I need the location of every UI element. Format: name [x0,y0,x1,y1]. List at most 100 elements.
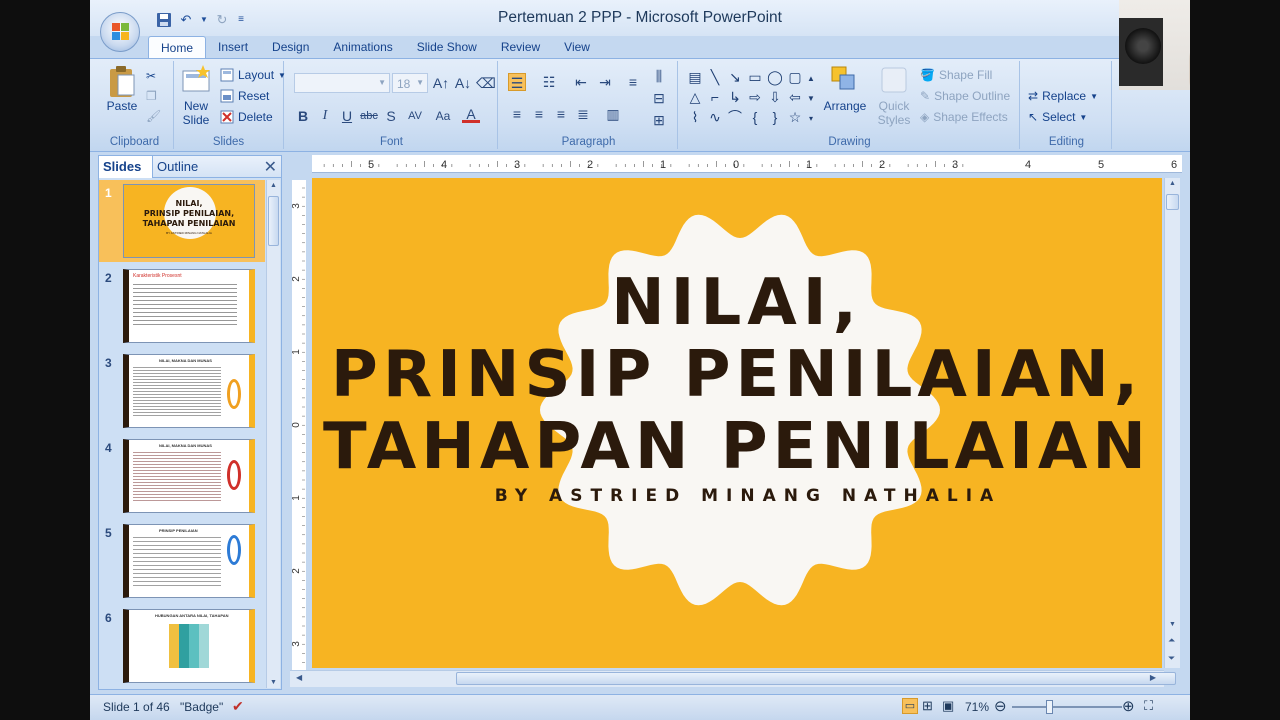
shape-fill-button[interactable]: 🪣 Shape Fill [920,66,992,84]
textbox-shape-icon[interactable]: ▤ [686,69,704,85]
tab-slides[interactable]: Slides [99,156,153,178]
line-spacing-icon[interactable]: ≡ [624,73,642,91]
grow-font-icon[interactable]: A↑ [432,74,450,92]
tab-insert[interactable]: Insert [206,36,260,58]
italic-button[interactable]: I [316,107,334,125]
align-center-icon[interactable]: ≡ [530,105,548,123]
editor-hscroll-thumb[interactable] [456,672,1176,685]
tab-design[interactable]: Design [260,36,321,58]
previous-slide-icon[interactable]: ⏶ [1168,635,1175,646]
arrange-button[interactable]: Arrange [820,65,870,113]
slide-sorter-icon[interactable]: ⊞ [922,698,933,714]
change-case-button[interactable]: Aa [432,107,454,125]
new-slide-button[interactable]: New Slide [176,65,216,127]
shapes-scroll-up-icon[interactable]: ▲ [806,71,816,87]
quick-styles-button[interactable]: Quick Styles [872,65,916,127]
font-color-button[interactable]: A [462,105,480,123]
justify-icon[interactable]: ≣ [574,105,592,123]
scroll-up-icon[interactable]: ▲ [1169,180,1176,187]
left-brace-shape-icon[interactable]: { [746,109,764,125]
zoom-slider-thumb[interactable] [1046,700,1053,714]
zoom-slider-track[interactable] [1012,706,1122,708]
replace-button[interactable]: ⇄ Replace ▼ [1028,87,1098,105]
scroll-down-icon[interactable]: ▼ [270,679,277,686]
align-left-icon[interactable]: ≡ [508,105,526,123]
editor-scroll-thumb[interactable] [1166,194,1179,210]
numbering-icon[interactable]: ☷ [540,73,558,91]
office-button[interactable] [100,12,140,52]
close-pane-icon[interactable]: ✕ [264,157,277,177]
curve-shape-icon[interactable]: ∿ [706,109,724,125]
shape-effects-button[interactable]: ◈ Shape Effects [920,108,1008,126]
decrease-indent-icon[interactable]: ⇤ [572,73,590,91]
scroll-left-icon[interactable]: ◀ [296,673,302,682]
scroll-up-icon[interactable]: ▲ [270,182,277,189]
zoom-out-icon[interactable]: ⊖ [994,697,1007,715]
align-right-icon[interactable]: ≡ [552,105,570,123]
text-shadow-button[interactable]: S [382,107,400,125]
underline-button[interactable]: U [338,107,356,125]
slide-canvas[interactable]: NILAI, PRINSIP PENILAIAN, TAHAPAN PENILA… [312,178,1162,668]
slides-pane-scroll-thumb[interactable] [268,196,279,246]
elbow-connector-shape-icon[interactable]: ⌐ [706,89,724,105]
align-text-icon[interactable]: ⊟ [650,89,668,107]
line-shape-icon[interactable]: ╲ [706,69,724,85]
fit-to-window-icon[interactable]: ⛶ [1144,698,1153,714]
slide-thumbnail-5[interactable]: 5 PRINSIP PENILAIAN [99,520,265,602]
star-shape-icon[interactable]: ☆ [786,109,804,125]
elbow-arrow-shape-icon[interactable]: ↳ [726,89,744,105]
slide-thumbnail-2[interactable]: 2 Karakteristik Prosesnt [99,265,265,347]
character-spacing-button[interactable]: AV [404,107,426,125]
shapes-more-icon[interactable]: ▾ [806,111,816,127]
scroll-right-icon[interactable]: ▶ [1150,673,1156,682]
zoom-in-icon[interactable]: ⊕ [1122,697,1135,715]
right-brace-shape-icon[interactable]: } [766,109,784,125]
shapes-scroll-down-icon[interactable]: ▼ [806,91,816,107]
shape-outline-button[interactable]: ✎ Shape Outline [920,87,1010,105]
scroll-down-icon[interactable]: ▼ [1169,621,1176,628]
bullets-icon[interactable]: ☰ [508,73,526,91]
editor-vertical-scrollbar[interactable]: ▲ ▼ ⏶ ⏷ [1164,178,1180,668]
slide-byline[interactable]: BY ASTRIED MINANG NATHALIA [312,486,1162,506]
select-button[interactable]: ↖ Select ▼ [1028,108,1087,126]
left-arrow-shape-icon[interactable]: ⇦ [786,89,804,105]
bold-button[interactable]: B [294,107,312,125]
tab-view[interactable]: View [552,36,602,58]
cut-icon[interactable]: ✂ [146,67,156,85]
strikethrough-button[interactable]: abc [360,107,378,125]
slide-title-line-2[interactable]: PRINSIP PENILAIAN, [312,338,1162,412]
shrink-font-icon[interactable]: A↓ [454,74,472,92]
next-slide-icon[interactable]: ⏷ [1168,653,1175,664]
zoom-level[interactable]: 71% [965,700,989,714]
font-size-combo[interactable]: 18 ▼ [392,73,428,93]
increase-indent-icon[interactable]: ⇥ [596,73,614,91]
down-arrow-shape-icon[interactable]: ⇩ [766,89,784,105]
right-arrow-shape-icon[interactable]: ⇨ [746,89,764,105]
rounded-rect-shape-icon[interactable]: ▢ [786,69,804,85]
copy-icon[interactable]: ❐ [146,87,157,105]
text-direction-icon[interactable]: ⫼ [650,67,668,85]
normal-view-icon[interactable]: ▭ [902,698,918,714]
freeform-shape-icon[interactable]: ⌇ [686,109,704,125]
columns-icon[interactable]: ▥ [604,105,622,123]
paste-button[interactable]: Paste [102,65,142,113]
smartart-icon[interactable]: ⊞ [650,111,668,129]
arrow-line-shape-icon[interactable]: ↘ [726,69,744,85]
reset-button[interactable]: Reset [220,87,269,105]
delete-slide-button[interactable]: Delete [220,108,273,126]
arc-shape-icon[interactable]: ⌒ [726,109,744,125]
slide-thumbnail-6[interactable]: 6 HUBUNGAN ANTARA NILAI, TAHAPAN [99,605,265,687]
slide-show-icon[interactable]: ▣ [942,698,954,714]
slide-title-line-3[interactable]: TAHAPAN PENILAIAN [312,410,1162,484]
tab-slide-show[interactable]: Slide Show [405,36,489,58]
format-painter-icon[interactable]: 🖌 [146,107,161,125]
tab-outline[interactable]: Outline [157,159,198,174]
slide-title-line-1[interactable]: NILAI, [312,266,1162,340]
font-name-combo[interactable]: ▼ [294,73,390,93]
slide-thumbnail-1[interactable]: 1 NILAI, PRINSIP PENILAIAN, TAHAPAN PENI… [99,180,265,262]
clear-formatting-icon[interactable]: ⌫ [476,74,496,92]
rectangle-shape-icon[interactable]: ▭ [746,69,764,85]
layout-button[interactable]: Layout ▼ [220,66,286,84]
slide-thumbnail-4[interactable]: 4 NILAI, MAKNA DAN MUNAS [99,435,265,517]
tab-home[interactable]: Home [148,36,207,58]
